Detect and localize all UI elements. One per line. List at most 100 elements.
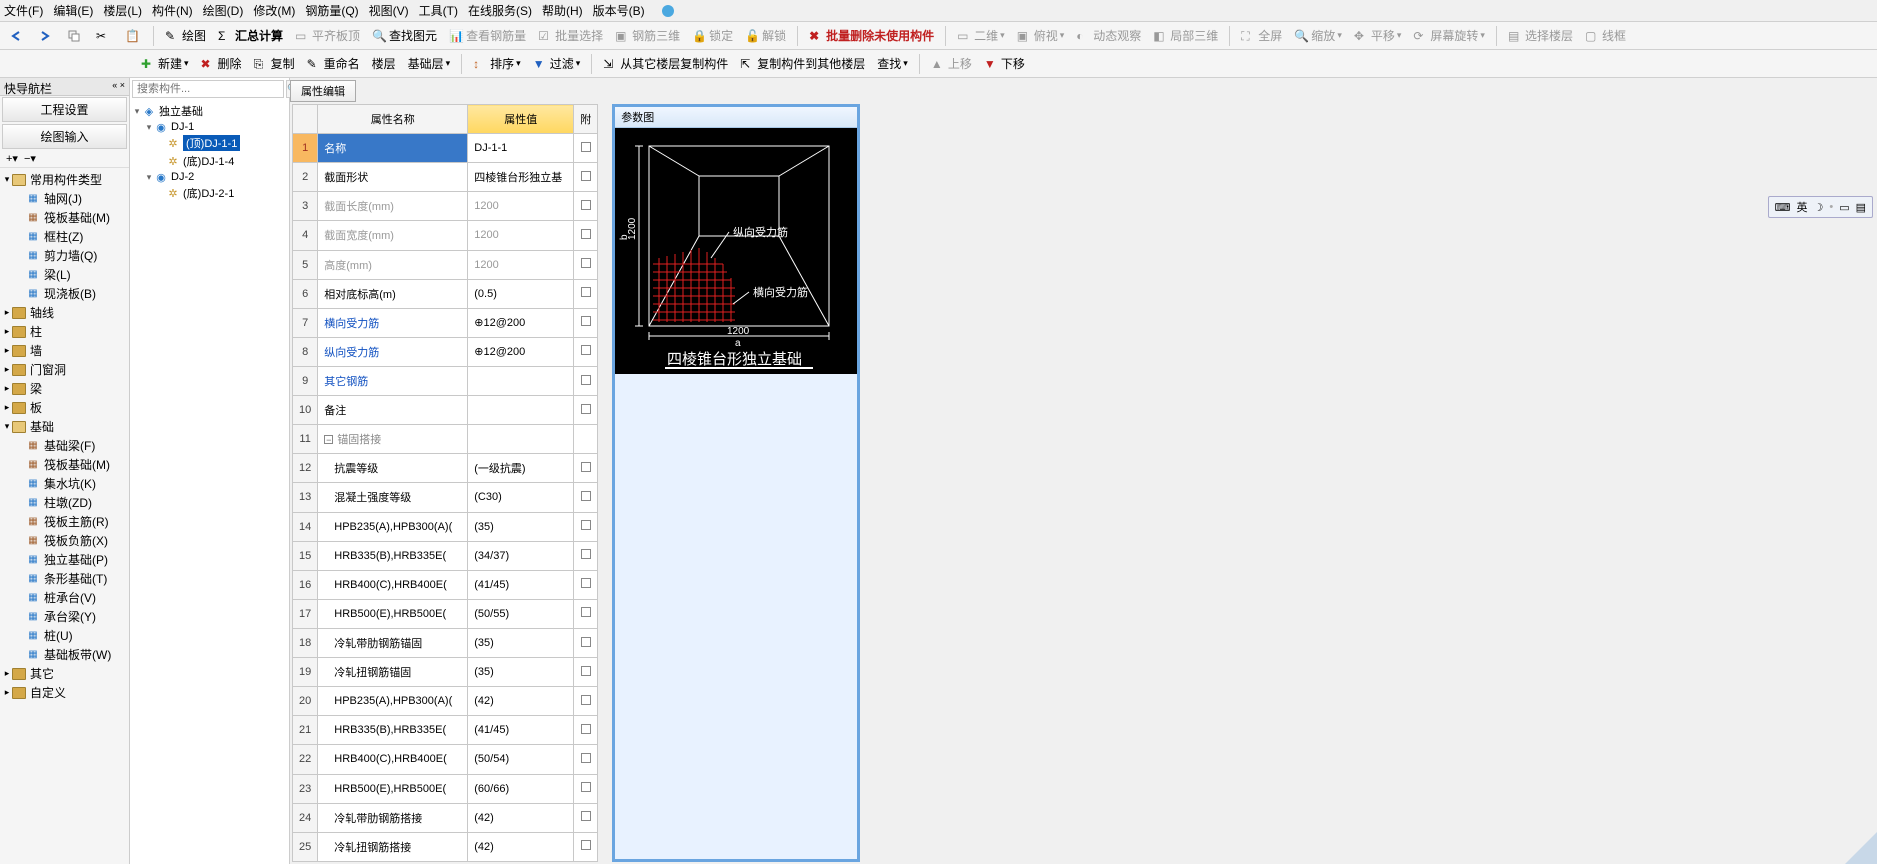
up-button[interactable]: ▲上移 <box>926 53 977 75</box>
tree-root[interactable]: ▾◈独立基础 <box>132 102 287 120</box>
tree-folder[interactable]: ▸自定义 <box>2 683 127 702</box>
category-tree[interactable]: ▾常用构件类型▦轴网(J)▦筏板基础(M)▦框柱(Z)▦剪力墙(Q)▦梁(L)▦… <box>0 168 129 864</box>
tree-item[interactable]: ▦基础梁(F) <box>2 436 127 455</box>
tree-folder[interactable]: ▸轴线 <box>2 303 127 322</box>
copyto-button[interactable]: ⇱复制构件到其他楼层 <box>735 53 870 75</box>
tree-item[interactable]: ▦筏板主筋(R) <box>2 512 127 531</box>
ime-toolbar[interactable]: ⌨ 英 ☽ • ▭ ▤ <box>1768 196 1873 218</box>
rename-button[interactable]: ✎重命名 <box>302 53 365 75</box>
tree-item[interactable]: ▦承台梁(Y) <box>2 607 127 626</box>
tree-item[interactable]: ▦独立基础(P) <box>2 550 127 569</box>
tree-leaf[interactable]: ✲(底)DJ-1-4 <box>132 152 287 170</box>
copy-icon-button[interactable] <box>62 25 89 47</box>
nav-tool-add[interactable]: +▾ <box>6 152 18 165</box>
viewrebar-button[interactable]: 📊查看钢筋量 <box>444 25 531 47</box>
tree-item[interactable]: ▦现浇板(B) <box>2 284 127 303</box>
tree-item[interactable]: ▦桩(U) <box>2 626 127 645</box>
sum-button[interactable]: Σ汇总计算 <box>213 25 288 47</box>
2d-button[interactable]: ▭二维▾ <box>952 25 1010 47</box>
copy-button[interactable]: ⎘复制 <box>249 53 300 75</box>
sort-button[interactable]: ↕排序▾ <box>468 53 526 75</box>
menu-item[interactable]: 修改(M) <box>253 4 295 18</box>
tree-folder[interactable]: ▸墙 <box>2 341 127 360</box>
rot-button[interactable]: ⟳屏幕旋转▾ <box>1408 25 1490 47</box>
tree-folder[interactable]: ▸梁 <box>2 379 127 398</box>
tree-item[interactable]: ▦筏板基础(M) <box>2 208 127 227</box>
menu-item[interactable]: 绘图(D) <box>203 4 244 18</box>
batchsel-button[interactable]: ☑批量选择 <box>533 25 608 47</box>
table-row[interactable]: 8纵向受力筋⊕12@200 <box>293 337 598 366</box>
menu-item[interactable]: 在线服务(S) <box>468 4 532 18</box>
selfloor-button[interactable]: ▤选择楼层 <box>1503 25 1578 47</box>
table-row[interactable]: 6相对底标高(m)(0.5) <box>293 279 598 308</box>
table-row[interactable]: 10备注 <box>293 396 598 425</box>
table-row[interactable]: 5高度(mm)1200 <box>293 250 598 279</box>
tree-leaf[interactable]: ✲(顶)DJ-1-1 <box>132 134 287 152</box>
menu-item[interactable]: 文件(F) <box>4 4 43 18</box>
table-row[interactable]: 4截面宽度(mm)1200 <box>293 221 598 250</box>
table-row[interactable]: 3截面长度(mm)1200 <box>293 192 598 221</box>
batchdel-button[interactable]: ✖批量删除未使用构件 <box>804 25 939 47</box>
redo-button[interactable] <box>33 25 60 47</box>
tree-item[interactable]: ▦筏板负筋(X) <box>2 531 127 550</box>
tree-group[interactable]: ▾◉DJ-1 <box>132 120 287 134</box>
table-row[interactable]: 24冷轧带肋钢筋搭接(42) <box>293 803 598 832</box>
find-button[interactable]: 查找▾ <box>872 53 913 75</box>
component-tree[interactable]: ▾◈独立基础▾◉DJ-1✲(顶)DJ-1-1✲(底)DJ-1-4▾◉DJ-2✲(… <box>130 100 289 864</box>
tree-item[interactable]: ▦集水坑(K) <box>2 474 127 493</box>
table-row[interactable]: 14HPB235(A),HPB300(A)((35) <box>293 512 598 541</box>
local3d-button[interactable]: ◧局部三维 <box>1148 25 1223 47</box>
unlock-button[interactable]: 🔓解锁 <box>740 25 791 47</box>
table-row[interactable]: 25冷轧扭钢筋搭接(42) <box>293 832 598 861</box>
tree-leaf[interactable]: ✲(底)DJ-2-1 <box>132 184 287 202</box>
nav-drawinput[interactable]: 绘图输入 <box>2 124 127 149</box>
lock-button[interactable]: 🔒锁定 <box>687 25 738 47</box>
wire-button[interactable]: ▢线框 <box>1580 25 1631 47</box>
tree-item[interactable]: ▦基础板带(W) <box>2 645 127 664</box>
tree-folder[interactable]: ▸柱 <box>2 322 127 341</box>
tree-folder[interactable]: ▾基础 <box>2 417 127 436</box>
undo-button[interactable] <box>4 25 31 47</box>
rebar3d-button[interactable]: ▣钢筋三维 <box>610 25 685 47</box>
floor-select[interactable]: 基础层▾ <box>403 53 456 75</box>
ime-set-icon[interactable]: ▤ <box>1856 201 1866 214</box>
resize-handle[interactable] <box>1845 832 1877 864</box>
table-row[interactable]: 2截面形状四棱锥台形独立基 <box>293 163 598 192</box>
tree-folder[interactable]: ▸其它 <box>2 664 127 683</box>
down-button[interactable]: ▼下移 <box>979 53 1030 75</box>
tree-folder[interactable]: ▾常用构件类型 <box>2 170 127 189</box>
paste-icon-button[interactable]: 📋 <box>120 25 147 47</box>
dyn-button[interactable]: ◐动态观察 <box>1071 25 1146 47</box>
tab-property[interactable]: 属性编辑 <box>290 80 356 102</box>
tree-item[interactable]: ▦轴网(J) <box>2 189 127 208</box>
table-row[interactable]: 15HRB335(B),HRB335E((34/37) <box>293 541 598 570</box>
menu-item[interactable]: 构件(N) <box>152 4 193 18</box>
menu-item[interactable]: 帮助(H) <box>542 4 583 18</box>
zoom-button[interactable]: 🔍缩放▾ <box>1289 25 1347 47</box>
table-row[interactable]: 21HRB335(B),HRB335E((41/45) <box>293 716 598 745</box>
del-button[interactable]: ✖删除 <box>196 53 247 75</box>
table-row[interactable]: 1名称DJ-1-1 <box>293 134 598 163</box>
ime-lang[interactable]: 英 <box>1796 199 1807 215</box>
findel-button[interactable]: 🔍查找图元 <box>367 25 442 47</box>
full-button[interactable]: ⛶全屏 <box>1236 25 1287 47</box>
menu-item[interactable]: 编辑(E) <box>53 4 93 18</box>
menu-item[interactable]: 视图(V) <box>369 4 409 18</box>
table-row[interactable]: 7横向受力筋⊕12@200 <box>293 308 598 337</box>
table-row[interactable]: 19冷轧扭钢筋锚固(35) <box>293 658 598 687</box>
menu-item[interactable]: 楼层(L) <box>103 4 142 18</box>
table-row[interactable]: 22HRB400(C),HRB400E((50/54) <box>293 745 598 774</box>
tree-folder[interactable]: ▸门窗洞 <box>2 360 127 379</box>
menu-item[interactable]: 工具(T) <box>419 4 458 18</box>
draw-button[interactable]: ✎绘图 <box>160 25 211 47</box>
tree-item[interactable]: ▦梁(L) <box>2 265 127 284</box>
property-table[interactable]: 属性名称属性值附1名称DJ-1-12截面形状四棱锥台形独立基3截面长度(mm)1… <box>292 104 598 862</box>
menu-item[interactable]: 版本号(B) <box>593 4 645 18</box>
tree-folder[interactable]: ▸板 <box>2 398 127 417</box>
table-row[interactable]: 23HRB500(E),HRB500E((60/66) <box>293 774 598 803</box>
ime-moon-icon[interactable]: ☽ <box>1813 201 1823 214</box>
table-row[interactable]: 11−锚固搭接 <box>293 425 598 454</box>
tree-item[interactable]: ▦柱墩(ZD) <box>2 493 127 512</box>
tree-group[interactable]: ▾◉DJ-2 <box>132 170 287 184</box>
menu-item[interactable]: 钢筋量(Q) <box>305 4 358 18</box>
